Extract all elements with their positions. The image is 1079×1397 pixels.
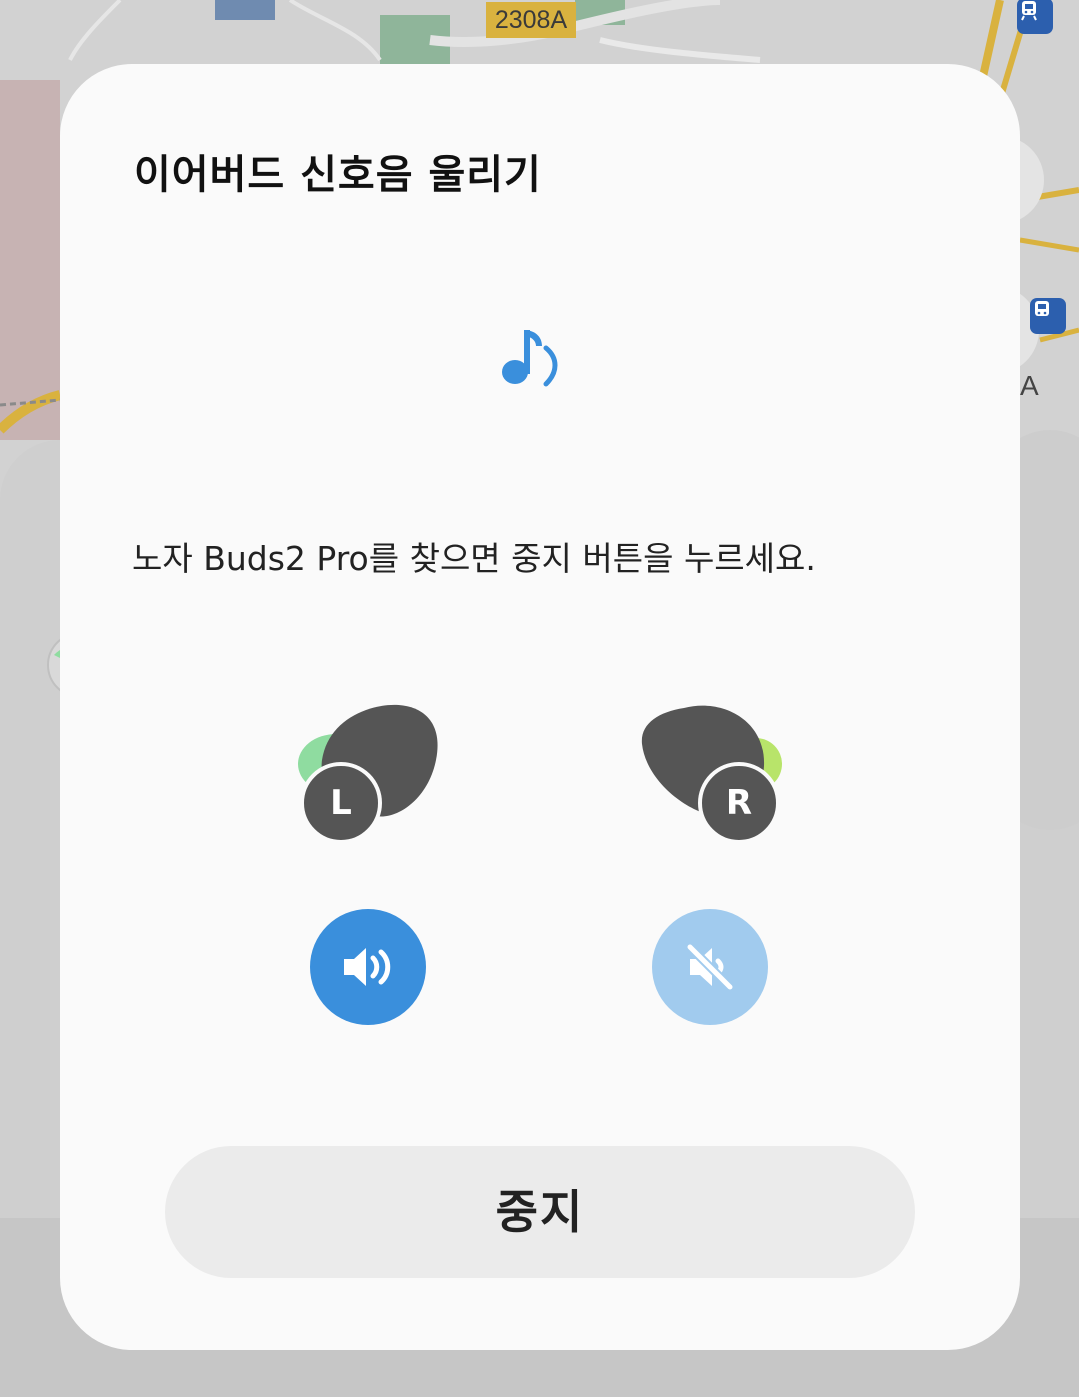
volume-on-icon bbox=[344, 948, 391, 986]
music-note-ringing-icon bbox=[500, 324, 564, 394]
dialog-title: 이어버드 신호음 울리기 bbox=[134, 152, 542, 198]
road-number-label: 2308A bbox=[486, 2, 576, 38]
ring-earbuds-dialog: 이어버드 신호음 울리기 노자 Buds2 Pro를 찾으면 중지 버튼을 누르… bbox=[60, 64, 1020, 1350]
volume-muted-icon bbox=[686, 943, 734, 991]
instruction-message: 노자 Buds2 Pro를 찾으면 중지 버튼을 누르세요. bbox=[132, 539, 816, 578]
right-earbud: R bbox=[636, 700, 796, 860]
stop-button[interactable]: 중지 bbox=[165, 1146, 915, 1278]
left-earbud-sound-toggle[interactable] bbox=[310, 909, 426, 1025]
bus-icon bbox=[1030, 298, 1066, 334]
left-earbud-label: L bbox=[300, 762, 382, 844]
train-icon bbox=[1017, 0, 1053, 34]
map-edge-label: A bbox=[1020, 370, 1039, 401]
left-earbud: L bbox=[296, 700, 456, 860]
right-earbud-label: R bbox=[698, 762, 780, 844]
right-earbud-sound-toggle[interactable] bbox=[652, 909, 768, 1025]
